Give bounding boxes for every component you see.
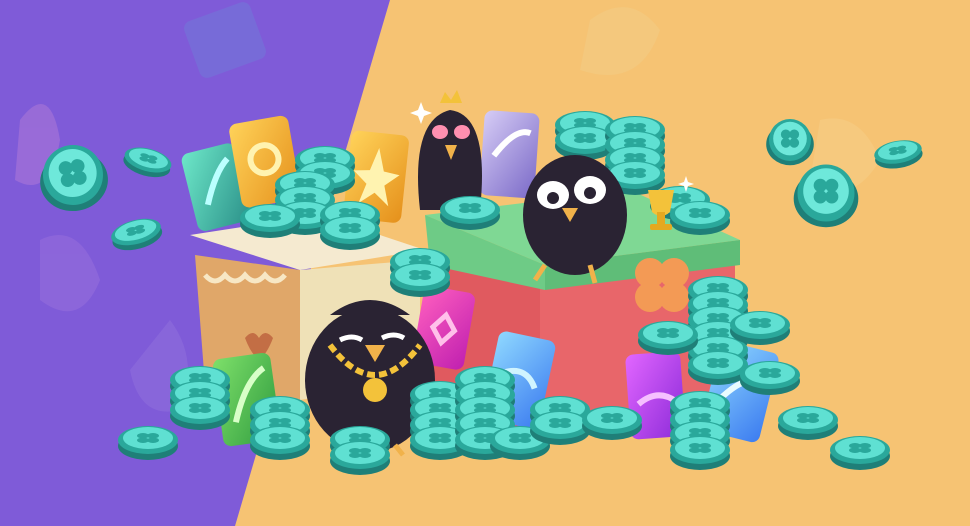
game-promo-banner: [0, 0, 970, 526]
promo-illustration: [0, 0, 970, 526]
